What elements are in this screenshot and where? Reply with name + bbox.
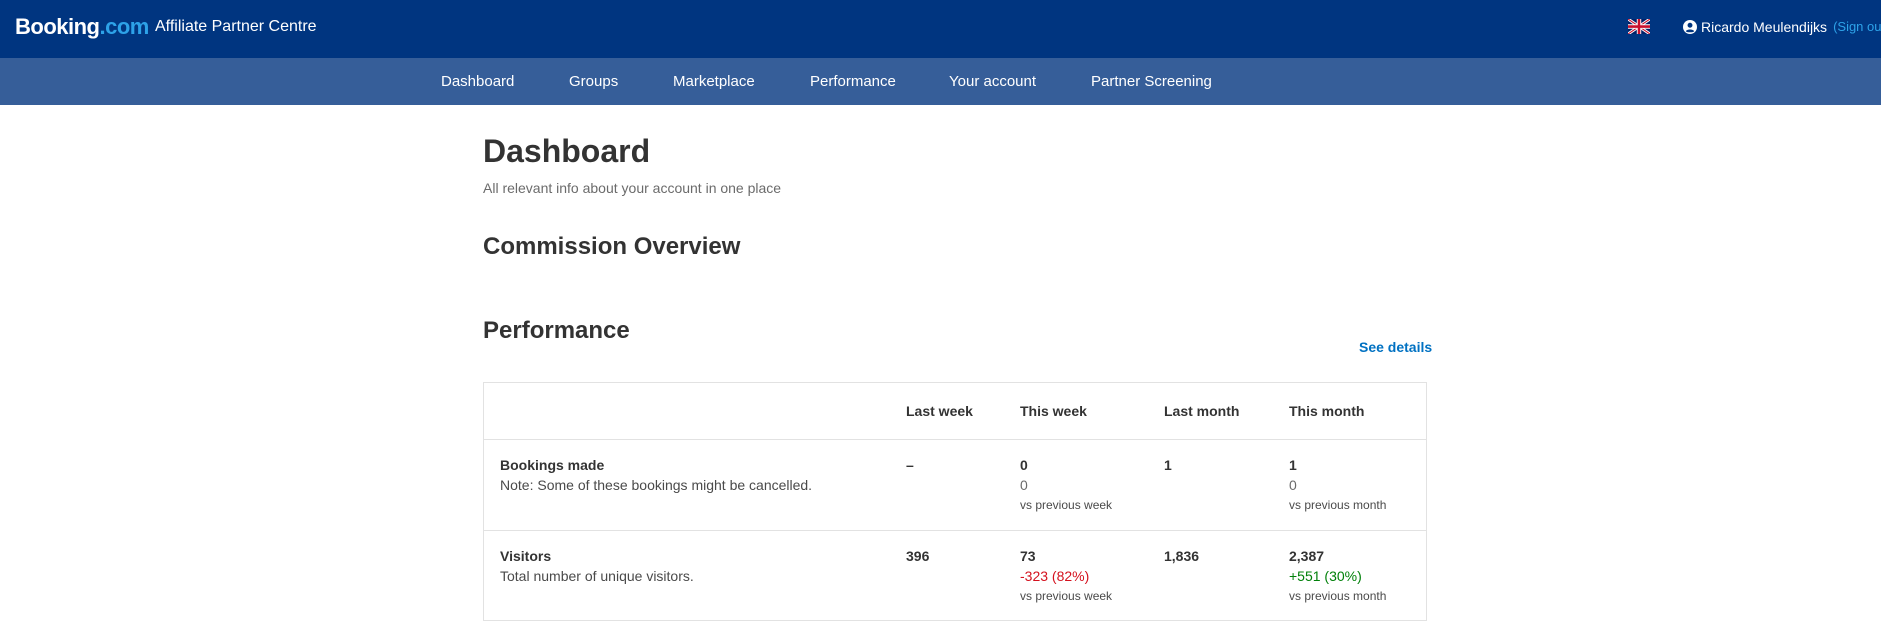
page-subtitle: All relevant info about your account in …	[483, 180, 782, 196]
this-week-change: 0	[1020, 477, 1028, 493]
last-month-value: 1,836	[1164, 548, 1200, 564]
app-title: Affiliate Partner Centre	[155, 18, 317, 35]
this-week-value: 0	[1020, 457, 1028, 473]
this-month-caption: vs previous month	[1289, 589, 1387, 603]
nav-item-marketplace[interactable]: Marketplace	[673, 73, 755, 91]
page-title: Dashboard	[483, 133, 651, 169]
this-week-caption: vs previous week	[1020, 498, 1113, 512]
user-menu[interactable]: Ricardo Meulendijks (Sign out)	[1683, 18, 1881, 36]
see-details-link[interactable]: See details	[1359, 338, 1432, 356]
performance-table: Last week This week Last month This mont…	[483, 382, 1427, 621]
row-note: Note: Some of these bookings might be ca…	[500, 477, 813, 493]
table-header-row: Last week This week Last month This mont…	[484, 383, 1426, 440]
column-header-last-week: Last week	[906, 403, 973, 419]
main-navigation: Dashboard Groups Marketplace Performance…	[0, 58, 1881, 105]
logo-primary: Booking	[15, 14, 100, 39]
table-row: Visitors Total number of unique visitors…	[484, 531, 1426, 621]
this-month-change: +551 (30%)	[1289, 568, 1362, 584]
row-note: Total number of unique visitors.	[500, 568, 694, 584]
this-week-change: -323 (82%)	[1020, 568, 1090, 584]
this-month-change: 0	[1289, 477, 1297, 493]
this-month-value: 1	[1289, 457, 1297, 473]
nav-item-performance[interactable]: Performance	[810, 73, 896, 91]
nav-item-dashboard[interactable]: Dashboard	[441, 73, 514, 91]
this-month-caption: vs previous month	[1289, 498, 1387, 512]
nav-item-your-account[interactable]: Your account	[949, 73, 1036, 91]
row-label: Visitors	[500, 548, 552, 564]
this-week-value: 73	[1020, 548, 1036, 564]
logo-secondary: .com	[99, 14, 150, 39]
performance-heading: Performance	[483, 317, 630, 344]
column-header-this-week: This week	[1020, 403, 1087, 419]
commission-overview-heading: Commission Overview	[483, 233, 741, 260]
top-header: Booking.com Affiliate Partner Centre Ric…	[0, 0, 1881, 58]
row-label: Bookings made	[500, 457, 605, 473]
uk-flag-icon[interactable]	[1628, 19, 1650, 34]
user-name: Ricardo Meulendijks	[1701, 19, 1828, 35]
last-week-value: –	[906, 457, 914, 473]
user-avatar-icon	[1683, 20, 1697, 34]
sign-out-link[interactable]: (Sign out)	[1833, 18, 1881, 36]
nav-item-groups[interactable]: Groups	[569, 73, 618, 91]
table-row: Bookings made Note: Some of these bookin…	[484, 440, 1426, 531]
nav-item-partner-screening[interactable]: Partner Screening	[1091, 73, 1212, 91]
last-week-value: 396	[906, 548, 930, 564]
booking-logo[interactable]: Booking.com	[15, 14, 149, 40]
column-header-last-month: Last month	[1164, 403, 1240, 419]
last-month-value: 1	[1164, 457, 1172, 473]
column-header-this-month: This month	[1289, 403, 1365, 419]
this-month-value: 2,387	[1289, 548, 1325, 564]
this-week-caption: vs previous week	[1020, 589, 1113, 603]
